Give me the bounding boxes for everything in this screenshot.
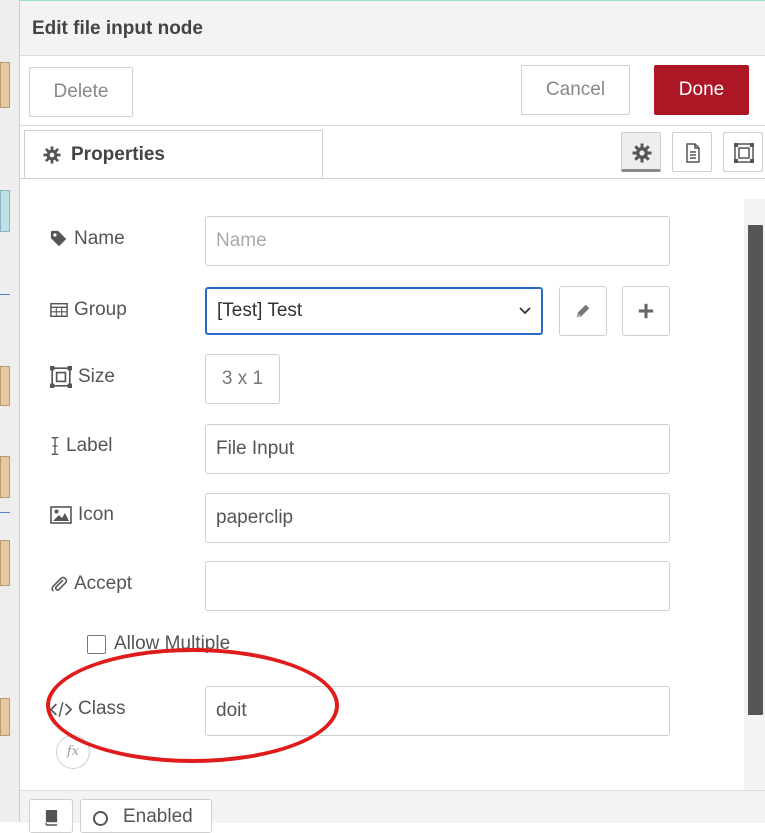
class-input[interactable]: doit (205, 686, 670, 736)
fx-button[interactable]: fx (56, 735, 90, 769)
enabled-label: Enabled (123, 806, 193, 827)
help-button[interactable] (29, 799, 73, 833)
label-value: File Input (216, 438, 295, 459)
edit-group-button[interactable] (559, 286, 607, 336)
cog-icon (632, 143, 652, 163)
plus-icon (638, 303, 654, 319)
cancel-button[interactable]: Cancel (521, 65, 630, 115)
class-label-text: Class (78, 698, 126, 719)
book-icon (45, 810, 58, 826)
icon-value: paperclip (216, 507, 294, 528)
icon-label-text: Icon (78, 504, 114, 525)
label-label: Label (50, 435, 113, 457)
node-appearance-tab-button[interactable] (723, 132, 763, 172)
properties-form: Name Name Group [Test] Test Size 3 x 1 L… (20, 179, 765, 790)
tab-properties-label: Properties (71, 144, 165, 165)
edit-tray: Edit file input node Delete Cancel Done … (20, 1, 765, 822)
canvas-node-fragment (0, 698, 10, 736)
chevron-down-icon (519, 307, 531, 315)
allow-multiple-checkbox[interactable] (87, 635, 106, 654)
frame-icon (734, 143, 754, 163)
size-button[interactable]: 3 x 1 (205, 354, 280, 404)
size-value: 3 x 1 (221, 368, 264, 389)
code-icon (50, 701, 72, 717)
label-input[interactable]: File Input (205, 424, 670, 474)
group-select[interactable]: [Test] Test (205, 287, 543, 335)
group-label: Group (50, 299, 127, 321)
accept-input[interactable] (205, 561, 670, 611)
tab-properties[interactable]: Properties (24, 130, 323, 178)
flow-canvas-edge (0, 0, 20, 822)
accept-label-text: Accept (74, 573, 133, 594)
node-description-tab-button[interactable] (672, 132, 712, 172)
allow-multiple-label: Allow Multiple (114, 633, 231, 654)
size-label: Size (50, 366, 115, 388)
name-label: Name (50, 228, 125, 250)
tray-toolbar: Delete Cancel Done (20, 56, 765, 126)
cog-icon (43, 146, 61, 164)
class-value: doit (216, 700, 247, 721)
canvas-node-fragment (0, 190, 10, 232)
canvas-node-fragment (0, 62, 10, 108)
tray-header: Edit file input node (20, 1, 765, 56)
name-placeholder: Name (216, 230, 267, 251)
label-label-text: Label (66, 435, 113, 456)
canvas-wire-fragment (0, 294, 10, 295)
icon-input[interactable]: paperclip (205, 493, 670, 543)
icon-label: Icon (50, 504, 114, 526)
accept-label: Accept (50, 573, 132, 595)
circle-icon (93, 811, 108, 826)
canvas-node-fragment (0, 366, 10, 406)
canvas-node-fragment (0, 456, 10, 498)
text-cursor-icon (51, 437, 59, 455)
class-label: Class (50, 698, 126, 720)
size-icon (50, 366, 72, 388)
delete-button[interactable]: Delete (29, 67, 133, 117)
image-icon (50, 506, 72, 524)
tag-icon (50, 230, 67, 247)
node-properties-tab-button[interactable] (621, 132, 661, 172)
document-icon (686, 143, 700, 163)
size-label-text: Size (78, 366, 115, 387)
canvas-wire-fragment (0, 512, 10, 513)
scrollbar-thumb[interactable] (748, 225, 763, 715)
name-input[interactable]: Name (205, 216, 670, 266)
tab-bar: Properties (20, 126, 765, 179)
group-label-text: Group (74, 299, 127, 320)
group-value: [Test] Test (217, 300, 303, 321)
pencil-icon (576, 304, 590, 318)
tray-title: Edit file input node (32, 18, 203, 39)
enabled-toggle[interactable]: Enabled (80, 799, 212, 833)
name-label-text: Name (74, 228, 125, 249)
paperclip-icon (51, 576, 68, 592)
add-group-button[interactable] (622, 286, 670, 336)
canvas-node-fragment (0, 540, 10, 586)
tray-footer: Enabled (20, 790, 765, 833)
done-button[interactable]: Done (654, 65, 749, 115)
table-icon (50, 302, 68, 318)
